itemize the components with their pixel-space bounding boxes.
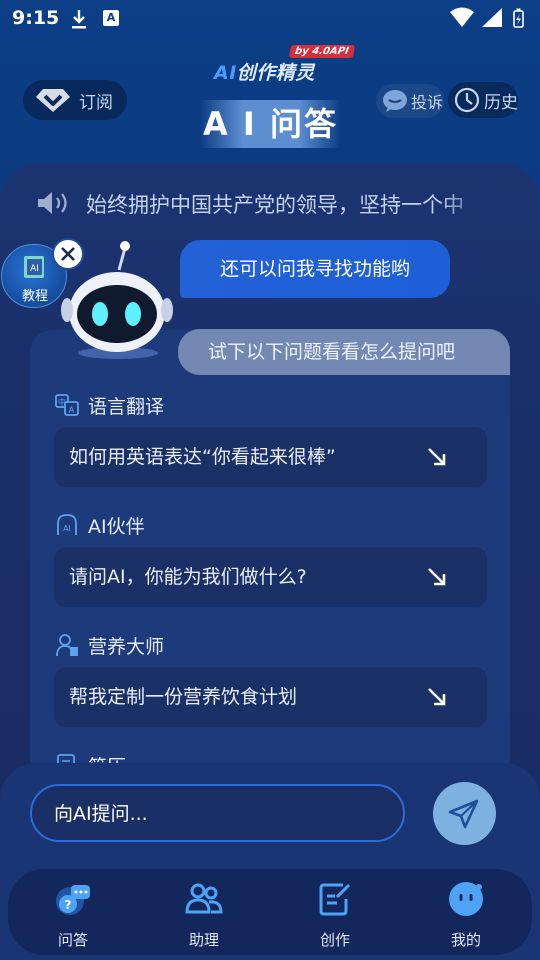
app-logo: by 4.0API AI创作精灵 — [214, 45, 356, 85]
send-button[interactable] — [433, 782, 496, 845]
history-button[interactable]: 历史 — [448, 82, 518, 118]
signal-icon — [482, 8, 502, 27]
category-translate: 中 A 语言翻译 — [54, 390, 164, 420]
send-icon — [448, 799, 479, 829]
compose-icon — [319, 883, 351, 916]
tab-qa[interactable]: ? 问答 — [33, 869, 113, 955]
tab-compose[interactable]: 创作 — [295, 869, 375, 955]
brand-name: AI创作精灵 — [214, 58, 315, 85]
subscribe-button[interactable]: 订阅 — [23, 80, 127, 120]
svg-text:AI: AI — [63, 524, 71, 533]
suggestion-text: 帮我定制一份营养饮食计划 — [69, 686, 298, 708]
translate-icon: 中 A — [55, 394, 79, 416]
tab-label: 问答 — [57, 931, 88, 949]
wifi-icon — [450, 7, 474, 27]
category-nutrition: 营养大师 — [54, 630, 164, 660]
ai-partner-icon: AI — [57, 514, 77, 535]
category-ai-partner: AI AI伙伴 — [54, 510, 145, 540]
status-icons — [450, 7, 524, 28]
svg-text:A: A — [69, 406, 75, 415]
assistant-bubble: 还可以问我寻找功能哟 — [180, 240, 450, 298]
suggestion-card[interactable]: 如何用英语表达“你看起来很棒” — [54, 427, 487, 487]
battery-icon — [513, 8, 524, 28]
download-icon — [72, 10, 86, 29]
complain-button[interactable]: 投诉 — [376, 84, 444, 118]
category-label: 营养大师 — [88, 635, 165, 658]
complain-label: 投诉 — [411, 93, 444, 112]
tab-assistant[interactable]: 助理 — [164, 869, 244, 955]
close-icon — [61, 247, 75, 261]
suggestion-card[interactable]: 帮我定制一份营养饮食计划 — [54, 667, 487, 727]
question-input-placeholder: 向AI提问... — [54, 803, 148, 825]
status-bar: 9:15 A — [0, 0, 540, 38]
question-input[interactable]: 向AI提问... — [30, 784, 405, 842]
arrow-down-right-icon — [428, 568, 446, 586]
history-label: 历史 — [484, 92, 518, 113]
speech-bubble-icon — [383, 90, 407, 112]
tab-profile[interactable]: 我的 — [426, 869, 506, 955]
clock-icon — [454, 87, 480, 113]
category-label: AI伙伴 — [88, 515, 145, 538]
hint-bubble: 试下以下问题看看怎么提问吧 — [178, 329, 510, 375]
diamond-icon — [36, 89, 70, 112]
suggestion-card[interactable]: 请问AI，你能为我们做什么? — [54, 547, 487, 607]
notification-a-icon: A — [103, 10, 119, 26]
assistant-icon — [185, 883, 223, 914]
marquee-fade — [440, 183, 500, 223]
svg-text:?: ? — [65, 898, 72, 912]
tab-label: 创作 — [319, 931, 350, 949]
chat-qa-icon: ? — [56, 885, 90, 915]
subscribe-label: 订阅 — [79, 92, 113, 113]
close-tutorial-button[interactable] — [52, 238, 84, 270]
status-time: 9:15 — [12, 7, 60, 29]
notice-marquee: 始终拥护中国共产党的领导，坚持一个中 — [36, 183, 480, 223]
brand-name-text: 创作精灵 — [236, 62, 315, 84]
profile-icon — [449, 882, 483, 916]
speaker-icon — [38, 192, 67, 214]
svg-text:中: 中 — [58, 397, 66, 407]
nutrition-icon — [56, 634, 78, 657]
tab-label: 助理 — [188, 931, 219, 949]
svg-text:AI: AI — [30, 264, 39, 274]
book-icon: AI — [24, 256, 44, 278]
suggestion-text: 如何用英语表达“你看起来很棒” — [69, 446, 336, 468]
brand-tag: by 4.0API — [289, 45, 356, 58]
suggestion-text: 请问AI，你能为我们做什么? — [69, 566, 307, 588]
arrow-down-right-icon — [428, 448, 446, 466]
tab-label: 我的 — [450, 931, 481, 949]
bottom-tab-bar: ? 问答 助理 创作 我的 — [8, 869, 532, 955]
arrow-down-right-icon — [428, 688, 446, 706]
brand-name-prefix: AI — [214, 62, 237, 84]
notice-text: 始终拥护中国共产党的领导，坚持一个中 — [86, 193, 464, 217]
tutorial-label: 教程 — [21, 289, 48, 304]
page-title: A I 问答 — [200, 100, 341, 148]
category-label: 语言翻译 — [88, 395, 165, 418]
